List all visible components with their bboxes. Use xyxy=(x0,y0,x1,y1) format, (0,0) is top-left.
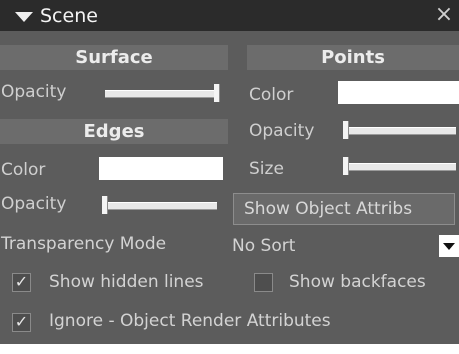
checkmark-icon: ✓ xyxy=(14,272,29,291)
points-opacity-slider[interactable] xyxy=(343,121,456,139)
edges-color-label: Color xyxy=(1,160,46,180)
panel-title: Scene xyxy=(40,5,98,27)
points-size-label: Size xyxy=(249,159,284,179)
ignore-render-attributes-label[interactable]: Ignore - Object Render Attributes xyxy=(49,310,331,332)
points-opacity-label: Opacity xyxy=(249,121,315,141)
show-backfaces-checkbox[interactable]: ✓ xyxy=(254,273,273,292)
transparency-mode-value[interactable]: No Sort xyxy=(232,235,295,257)
panel-title-bar[interactable]: Scene × xyxy=(0,0,459,31)
points-section-header: Points xyxy=(247,45,459,70)
edges-section-header: Edges xyxy=(0,119,228,144)
transparency-dropdown-button[interactable] xyxy=(439,235,459,257)
show-hidden-lines-label[interactable]: Show hidden lines xyxy=(49,271,204,293)
surface-section-header: Surface xyxy=(0,45,228,70)
collapse-triangle-icon[interactable] xyxy=(15,12,33,22)
slider-thumb[interactable] xyxy=(343,157,349,175)
slider-track xyxy=(346,127,456,135)
edges-color-swatch[interactable] xyxy=(99,157,223,180)
transparency-mode-label: Transparency Mode xyxy=(1,234,167,254)
slider-thumb[interactable] xyxy=(214,84,220,102)
chevron-down-icon xyxy=(443,243,455,250)
scene-panel: Scene × Surface Opacity Edges Color Opac… xyxy=(0,0,459,344)
checkmark-icon: ✓ xyxy=(14,312,29,331)
slider-track xyxy=(346,163,456,171)
slider-track xyxy=(105,90,217,98)
points-color-label: Color xyxy=(249,85,294,105)
slider-track xyxy=(105,202,217,210)
show-backfaces-label[interactable]: Show backfaces xyxy=(289,271,426,293)
show-object-attribs-button[interactable]: Show Object Attribs xyxy=(233,193,455,225)
edges-opacity-slider[interactable] xyxy=(102,196,217,214)
surface-opacity-label: Opacity xyxy=(1,82,67,102)
slider-thumb[interactable] xyxy=(343,121,349,139)
slider-thumb[interactable] xyxy=(102,196,108,214)
edges-opacity-label: Opacity xyxy=(1,194,67,214)
close-icon[interactable]: × xyxy=(432,3,456,27)
ignore-render-attributes-checkbox[interactable]: ✓ xyxy=(12,312,31,332)
points-size-slider[interactable] xyxy=(343,157,456,175)
surface-opacity-slider[interactable] xyxy=(105,84,220,102)
points-color-swatch[interactable] xyxy=(338,81,459,104)
show-hidden-lines-checkbox[interactable]: ✓ xyxy=(12,272,31,292)
